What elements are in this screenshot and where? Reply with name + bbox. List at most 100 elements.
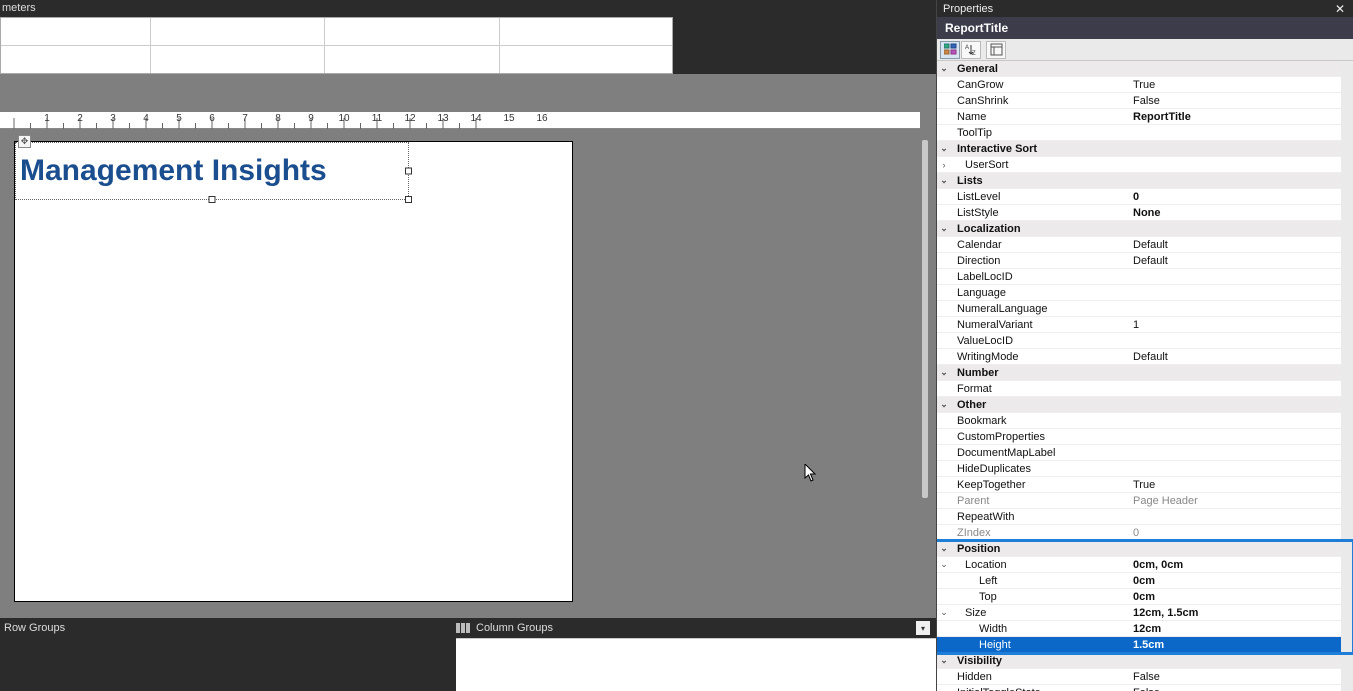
param-cell[interactable] (500, 46, 672, 73)
alphabetical-button[interactable]: AZ (961, 41, 981, 59)
property-row[interactable]: ParentPage Header (937, 493, 1353, 509)
property-row[interactable]: CalendarDefault (937, 237, 1353, 253)
groups-dropdown-icon[interactable]: ▾ (916, 621, 930, 635)
expand-icon[interactable]: ⌄ (937, 223, 951, 234)
property-category[interactable]: ⌄General (937, 61, 1353, 77)
param-cell[interactable] (1, 18, 151, 45)
properties-grid[interactable]: ⌄GeneralCanGrowTrueCanShrinkFalseNameRep… (937, 61, 1353, 691)
property-row[interactable]: CanShrinkFalse (937, 93, 1353, 109)
row-groups-panel[interactable] (0, 638, 456, 691)
property-value[interactable]: 1 (1129, 319, 1353, 331)
property-value[interactable]: 12cm (1129, 623, 1353, 635)
design-scrollbar[interactable] (922, 140, 928, 498)
property-value[interactable]: 12cm, 1.5cm (1129, 607, 1353, 619)
property-row[interactable]: HiddenFalse (937, 669, 1353, 685)
property-value[interactable]: 0 (1129, 527, 1353, 539)
property-row[interactable]: ›UserSort (937, 157, 1353, 173)
properties-object-name[interactable]: ReportTitle (937, 17, 1353, 39)
property-value[interactable]: 0cm, 0cm (1129, 559, 1353, 571)
parameters-grid[interactable] (0, 17, 673, 74)
param-cell[interactable] (151, 46, 325, 73)
property-row[interactable]: HideDuplicates (937, 461, 1353, 477)
resize-handle[interactable] (405, 168, 412, 175)
property-value[interactable]: 0cm (1129, 575, 1353, 587)
param-cell[interactable] (1, 46, 151, 73)
property-row[interactable]: ValueLocID (937, 333, 1353, 349)
property-row[interactable]: ZIndex0 (937, 525, 1353, 541)
properties-scrollbar[interactable] (1341, 61, 1353, 691)
property-row[interactable]: ListLevel0 (937, 189, 1353, 205)
design-canvas[interactable]: 12345678910111213141516 ✥ Management Ins… (0, 74, 936, 618)
property-row[interactable]: WritingModeDefault (937, 349, 1353, 365)
property-row[interactable]: NumeralLanguage (937, 301, 1353, 317)
resize-handle[interactable] (405, 196, 412, 203)
property-row[interactable]: ⌄Size12cm, 1.5cm (937, 605, 1353, 621)
param-cell[interactable] (500, 18, 672, 45)
property-category[interactable]: ⌄Other (937, 397, 1353, 413)
property-value[interactable]: True (1129, 479, 1353, 491)
property-row[interactable]: NameReportTitle (937, 109, 1353, 125)
expand-icon[interactable]: ⌄ (937, 607, 951, 618)
property-pages-button[interactable] (986, 41, 1006, 59)
property-row[interactable]: InitialToggleStateFalse (937, 685, 1353, 691)
property-value[interactable]: None (1129, 207, 1353, 219)
categorized-button[interactable] (940, 41, 960, 59)
property-value[interactable]: 0cm (1129, 591, 1353, 603)
property-value[interactable]: False (1129, 95, 1353, 107)
property-row[interactable]: DocumentMapLabel (937, 445, 1353, 461)
move-handle-icon[interactable]: ✥ (18, 135, 31, 148)
property-category[interactable]: ⌄Lists (937, 173, 1353, 189)
property-value[interactable]: False (1129, 671, 1353, 683)
properties-header[interactable]: Properties ✕ (937, 0, 1353, 17)
report-page[interactable]: ✥ Management Insights (14, 141, 573, 602)
expand-icon[interactable]: ⌄ (937, 559, 951, 570)
property-row[interactable]: KeepTogetherTrue (937, 477, 1353, 493)
property-row[interactable]: LabelLocID (937, 269, 1353, 285)
property-value[interactable]: Default (1129, 351, 1353, 363)
property-row[interactable]: Language (937, 285, 1353, 301)
expand-icon[interactable]: ⌄ (937, 399, 951, 410)
expand-icon[interactable]: ⌄ (937, 143, 951, 154)
property-category[interactable]: ⌄Localization (937, 221, 1353, 237)
property-value[interactable]: 0 (1129, 191, 1353, 203)
property-row[interactable]: CanGrowTrue (937, 77, 1353, 93)
property-row[interactable]: Bookmark (937, 413, 1353, 429)
property-row[interactable]: ToolTip (937, 125, 1353, 141)
property-row[interactable]: ListStyleNone (937, 205, 1353, 221)
property-row[interactable]: CustomProperties (937, 429, 1353, 445)
property-value[interactable]: Page Header (1129, 495, 1353, 507)
property-row[interactable]: Left0cm (937, 573, 1353, 589)
expand-icon[interactable]: ⌄ (937, 175, 951, 186)
property-category[interactable]: ⌄Visibility (937, 653, 1353, 669)
property-value[interactable]: Default (1129, 255, 1353, 267)
property-row[interactable]: RepeatWith (937, 509, 1353, 525)
property-category[interactable]: ⌄Interactive Sort (937, 141, 1353, 157)
expand-icon[interactable]: ⌄ (937, 367, 951, 378)
property-value[interactable]: 1.5cm (1129, 639, 1353, 651)
expand-icon[interactable]: ⌄ (937, 655, 951, 666)
resize-handle[interactable] (209, 196, 216, 203)
column-groups-label[interactable]: Column Groups (476, 622, 553, 634)
property-value[interactable]: True (1129, 79, 1353, 91)
property-row[interactable]: ⌄Location0cm, 0cm (937, 557, 1353, 573)
expand-icon[interactable]: › (937, 160, 951, 170)
property-row[interactable]: Format (937, 381, 1353, 397)
property-value[interactable]: ReportTitle (1129, 111, 1353, 123)
param-cell[interactable] (325, 18, 499, 45)
column-groups-panel[interactable] (456, 638, 936, 691)
property-category[interactable]: ⌄Position (937, 541, 1353, 557)
param-cell[interactable] (151, 18, 325, 45)
property-row[interactable]: Width12cm (937, 621, 1353, 637)
property-row[interactable]: NumeralVariant1 (937, 317, 1353, 333)
close-icon[interactable]: ✕ (1333, 2, 1347, 16)
property-value[interactable]: Default (1129, 239, 1353, 251)
property-row[interactable]: DirectionDefault (937, 253, 1353, 269)
property-value[interactable]: False (1129, 687, 1353, 691)
row-groups-label[interactable]: Row Groups (0, 622, 456, 634)
param-cell[interactable] (325, 46, 499, 73)
expand-icon[interactable]: ⌄ (937, 543, 951, 554)
report-title-textbox[interactable]: ✥ Management Insights (15, 142, 409, 200)
expand-icon[interactable]: ⌄ (937, 63, 951, 74)
property-category[interactable]: ⌄Number (937, 365, 1353, 381)
property-row[interactable]: Top0cm (937, 589, 1353, 605)
